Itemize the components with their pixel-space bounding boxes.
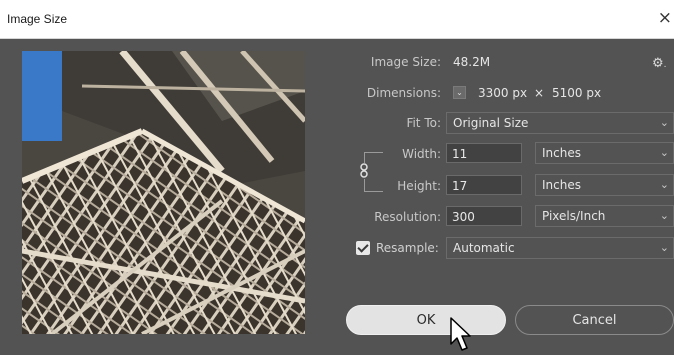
resolution-label: Resolution: (374, 210, 441, 224)
width-input[interactable]: 11 (446, 143, 522, 163)
image-size-dialog: Image Size: 48.2M ⚙. Dimensions: ⌄ 3300 … (0, 39, 674, 355)
resolution-unit-value: Pixels/Inch (542, 209, 606, 223)
dimensions-times-sign: × (534, 86, 545, 100)
ok-button[interactable]: OK (346, 305, 506, 335)
dimensions-height-value: 5100 px (552, 86, 602, 100)
image-size-value: 48.2M (453, 55, 491, 69)
height-unit-select[interactable]: Inches ⌄ (535, 174, 674, 196)
fit-to-label: Fit To: (406, 116, 441, 130)
dimensions-label: Dimensions: (366, 86, 441, 100)
resample-checkbox[interactable] (356, 241, 370, 255)
chain-link-icon[interactable] (358, 163, 370, 179)
mouse-pointer-icon (450, 317, 471, 351)
window-title: Image Size (7, 12, 68, 26)
width-unit-select[interactable]: Inches ⌄ (535, 142, 674, 164)
fit-to-select[interactable]: Original Size ⌄ (446, 112, 674, 134)
title-bar: Image Size × (0, 0, 674, 39)
resample-method-select[interactable]: Automatic ⌄ (446, 237, 674, 259)
width-unit-value: Inches (542, 146, 581, 160)
height-unit-value: Inches (542, 178, 581, 192)
eiffel-tower-preview-image (22, 51, 305, 334)
fit-to-value: Original Size (453, 116, 529, 130)
image-preview[interactable] (22, 51, 305, 334)
chevron-down-icon: ⌄ (659, 178, 669, 191)
resample-method-value: Automatic (453, 241, 515, 255)
height-label: Height: (397, 179, 441, 193)
dimensions-width-value: 3300 px (478, 86, 528, 100)
chevron-down-icon: ⌄ (659, 146, 669, 159)
resolution-input[interactable]: 300 (446, 206, 522, 226)
image-size-label: Image Size: (370, 55, 441, 69)
chevron-down-icon: ⌄ (659, 209, 669, 222)
height-input[interactable]: 17 (446, 175, 522, 195)
cancel-button[interactable]: Cancel (515, 305, 674, 335)
resample-label: Resample: (376, 241, 439, 255)
gear-icon[interactable]: ⚙. (652, 56, 667, 71)
close-icon[interactable]: × (658, 8, 672, 28)
width-label: Width: (402, 147, 441, 161)
dimensions-units-dropdown[interactable]: ⌄ (453, 86, 466, 99)
chevron-down-icon: ⌄ (659, 241, 669, 254)
chevron-down-icon: ⌄ (659, 116, 669, 129)
resolution-unit-select[interactable]: Pixels/Inch ⌄ (535, 205, 674, 227)
